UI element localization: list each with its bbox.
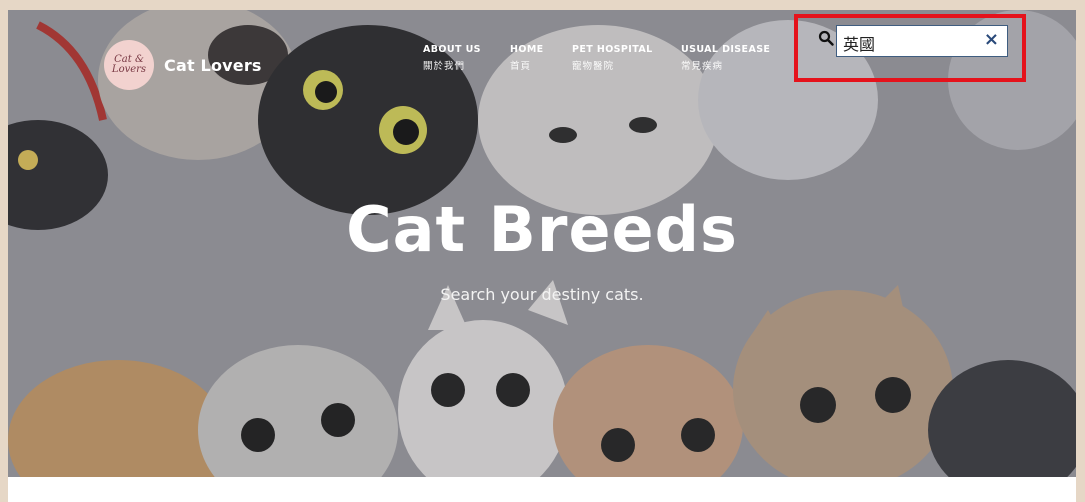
close-icon[interactable]: × [984, 29, 999, 50]
search-icon[interactable] [818, 30, 834, 46]
search-input-value: 英國 [843, 35, 876, 54]
nav-item-usual-disease[interactable]: USUAL DISEASE 常見疾病 [681, 44, 770, 72]
search-highlight-box: 英國 × [794, 14, 1026, 82]
nav-item-about-us[interactable]: ABOUT US 關於我們 [423, 44, 481, 72]
nav-about-us-label: ABOUT US [423, 44, 481, 55]
page-title: Cat Breeds [346, 193, 738, 266]
nav-item-pet-hospital[interactable]: PET HOSPITAL 寵物醫院 [572, 44, 653, 72]
page: Cat & Lovers Cat Lovers ABOUT US 關於我們 HO… [8, 10, 1076, 502]
nav-usual-disease-label: USUAL DISEASE [681, 44, 771, 55]
brand-name[interactable]: Cat Lovers [164, 56, 262, 75]
page-subtitle: Search your destiny cats. [440, 285, 644, 304]
nav-about-us-zh-label: 關於我們 [423, 61, 466, 72]
brand[interactable]: Cat & Lovers Cat Lovers [104, 40, 262, 90]
brand-logo[interactable]: Cat & Lovers [104, 40, 154, 90]
hero-banner: Cat & Lovers Cat Lovers ABOUT US 關於我們 HO… [8, 10, 1076, 477]
nav-home-zh-label: 首頁 [510, 61, 532, 72]
nav-pet-hospital-zh-label: 寵物醫院 [572, 61, 615, 72]
nav-home-label: HOME [510, 44, 544, 55]
nav-usual-disease-zh-label: 常見疾病 [681, 61, 724, 72]
nav-item-home[interactable]: HOME 首頁 [510, 44, 544, 72]
nav-pet-hospital-label: PET HOSPITAL [572, 44, 653, 55]
search-input[interactable]: 英國 × [836, 25, 1008, 57]
